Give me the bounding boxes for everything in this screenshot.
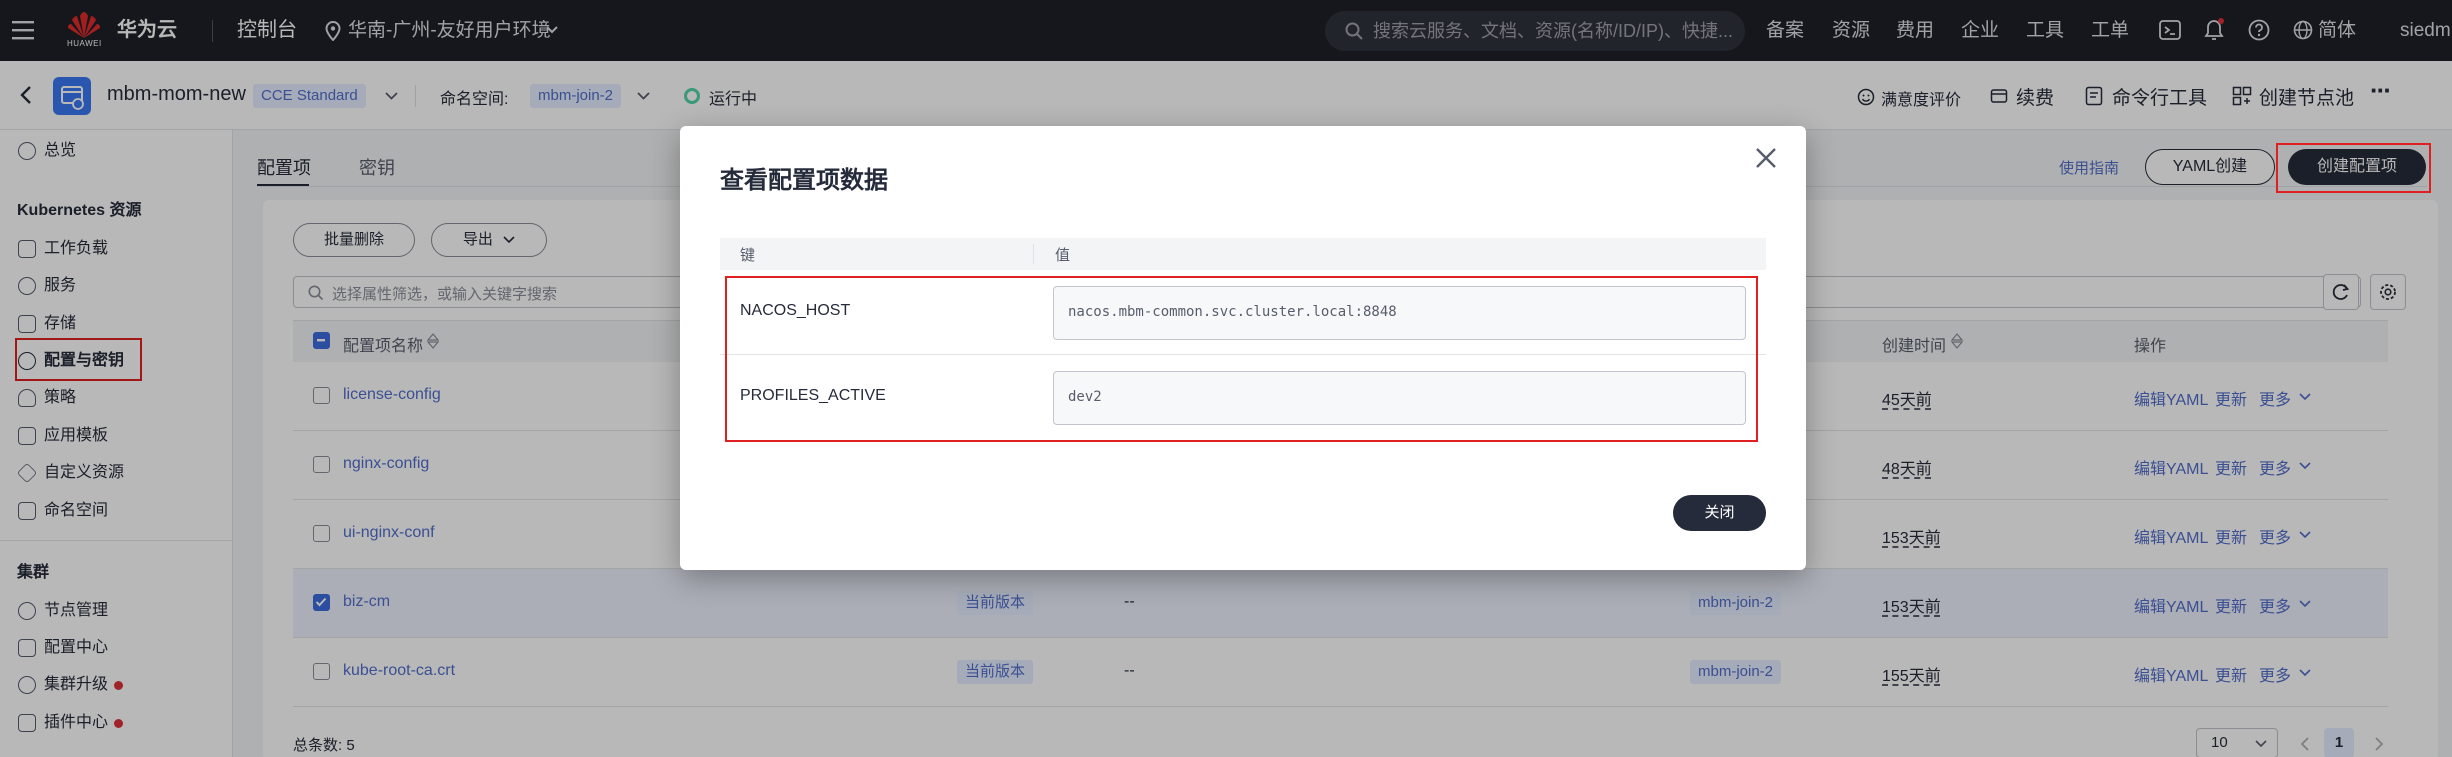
data-table-header xyxy=(720,238,1766,270)
highlight-config-entries xyxy=(725,276,1758,442)
dialog-title: 查看配置项数据 xyxy=(720,167,888,194)
close-button[interactable]: 关闭 xyxy=(1673,495,1766,531)
column-divider xyxy=(1033,244,1034,264)
column-header-key: 键 xyxy=(740,247,756,264)
close-icon[interactable] xyxy=(1754,146,1778,170)
config-data-dialog: 查看配置项数据 键 值 NACOS_HOST nacos.mbm-common.… xyxy=(680,126,1806,570)
highlight-create-config xyxy=(2276,143,2431,193)
column-header-value: 值 xyxy=(1055,247,1071,264)
